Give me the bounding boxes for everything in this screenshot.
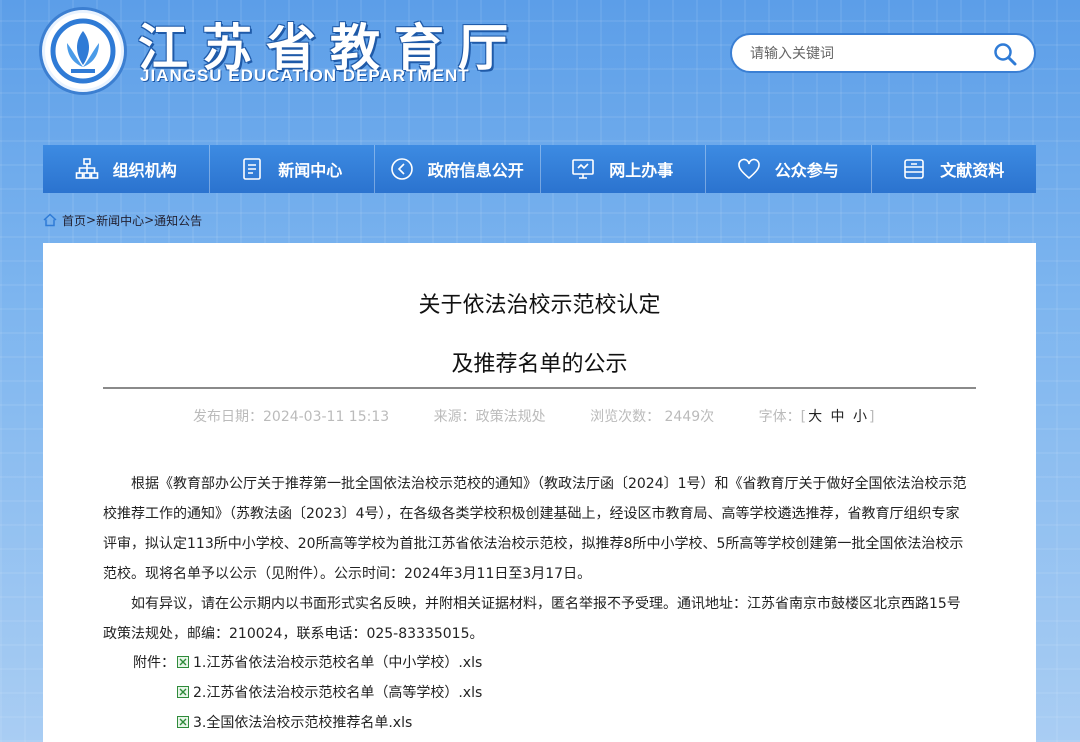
attachment-link[interactable]: 2.江苏省依法治校示范校名单（高等学校）.xls bbox=[193, 682, 482, 702]
breadcrumb-separator: > bbox=[144, 213, 155, 227]
site-logo[interactable] bbox=[42, 10, 124, 92]
nav-label: 文献资料 bbox=[940, 161, 1005, 180]
archive-icon bbox=[904, 159, 925, 179]
logo-emblem-icon bbox=[49, 17, 117, 85]
publish-date: 发布日期：2024-03-11 15:13 bbox=[193, 409, 390, 425]
attachment-link[interactable]: 3.全国依法治校示范校推荐名单.xls bbox=[193, 712, 412, 732]
monitor-icon bbox=[572, 159, 595, 179]
excel-file-icon bbox=[177, 716, 189, 728]
title-divider bbox=[103, 387, 976, 389]
megaphone-icon bbox=[390, 158, 413, 180]
nav-label: 公众参与 bbox=[774, 161, 839, 180]
attachment-link[interactable]: 1.江苏省依法治校示范校名单（中小学校）.xls bbox=[193, 652, 482, 672]
article-body: 根据《教育部办公厅关于推荐第一批全国依法治校示范校的通知》（教政法厅函〔2024… bbox=[103, 469, 971, 649]
nav-label: 新闻中心 bbox=[278, 161, 343, 180]
view-count: 浏览次数： 2449次 bbox=[590, 409, 715, 425]
font-size-control: 字体：[大 中 小] bbox=[759, 409, 875, 425]
search-box bbox=[730, 33, 1036, 73]
excel-file-icon bbox=[177, 656, 189, 668]
attachment-row: 2.江苏省依法治校示范校名单（高等学校）.xls bbox=[177, 677, 482, 707]
site-header: 江苏省教育厅 JIANGSU EDUCATION DEPARTMENT bbox=[0, 0, 1080, 140]
nav-label: 网上办事 bbox=[609, 161, 674, 180]
main-nav: 组织机构 新闻中心 政府信息公开 网上办事 公众参与 文献资料 bbox=[43, 145, 1036, 193]
font-size-label: 字体：[ bbox=[758, 409, 807, 425]
search-input[interactable] bbox=[750, 43, 980, 65]
nav-item-gov-info[interactable]: 政府信息公开 bbox=[374, 145, 540, 193]
site-subtitle: JIANGSU EDUCATION DEPARTMENT bbox=[140, 66, 470, 85]
article-panel: 关于依法治校示范校认定 及推荐名单的公示 发布日期：2024-03-11 15:… bbox=[43, 243, 1036, 742]
document-icon bbox=[243, 158, 262, 180]
nav-item-org[interactable]: 组织机构 bbox=[43, 145, 209, 193]
breadcrumb: 首页 > 新闻中心 > 通知公告 bbox=[43, 210, 202, 230]
font-size-bracket: ] bbox=[869, 409, 875, 425]
article-meta: 发布日期：2024-03-11 15:13 来源：政策法规处 浏览次数： 244… bbox=[193, 406, 914, 426]
article-title-line2: 及推荐名单的公示 bbox=[451, 352, 628, 377]
font-large-button[interactable]: 大 bbox=[808, 409, 822, 425]
breadcrumb-news[interactable]: 新闻中心 bbox=[96, 212, 144, 229]
nav-label: 政府信息公开 bbox=[427, 161, 524, 180]
attachment-list: 附件： 1.江苏省依法治校示范校名单（中小学校）.xls 2.江苏省依法治校示范… bbox=[133, 647, 482, 737]
breadcrumb-separator: > bbox=[86, 213, 97, 227]
nav-item-online-service[interactable]: 网上办事 bbox=[539, 145, 706, 193]
breadcrumb-current[interactable]: 通知公告 bbox=[154, 212, 202, 229]
font-small-button[interactable]: 小 bbox=[853, 409, 867, 425]
search-icon[interactable] bbox=[992, 41, 1018, 67]
nav-label: 组织机构 bbox=[112, 161, 177, 180]
font-medium-button[interactable]: 中 bbox=[831, 409, 845, 425]
article-paragraph: 根据《教育部办公厅关于推荐第一批全国依法治校示范校的通知》（教政法厅函〔2024… bbox=[103, 476, 967, 582]
article-source: 来源：政策法规处 bbox=[433, 409, 546, 425]
heart-icon bbox=[737, 158, 760, 180]
nav-item-news[interactable]: 新闻中心 bbox=[208, 145, 375, 193]
attachment-row: 3.全国依法治校示范校推荐名单.xls bbox=[177, 707, 482, 737]
article-paragraph: 如有异议，请在公示期内以书面形式实名反映，并附相关证据材料，匿名举报不予受理。通… bbox=[103, 596, 961, 642]
home-icon bbox=[43, 213, 57, 227]
nav-item-documents[interactable]: 文献资料 bbox=[870, 145, 1037, 193]
breadcrumb-home[interactable]: 首页 bbox=[62, 212, 86, 229]
nav-item-public[interactable]: 公众参与 bbox=[705, 145, 871, 193]
attachment-label: 附件： bbox=[133, 655, 175, 671]
excel-file-icon bbox=[177, 686, 189, 698]
attachment-row: 附件： 1.江苏省依法治校示范校名单（中小学校）.xls bbox=[133, 647, 482, 677]
org-chart-icon bbox=[75, 158, 99, 179]
article-title-line1: 关于依法治校示范校认定 bbox=[418, 293, 661, 318]
